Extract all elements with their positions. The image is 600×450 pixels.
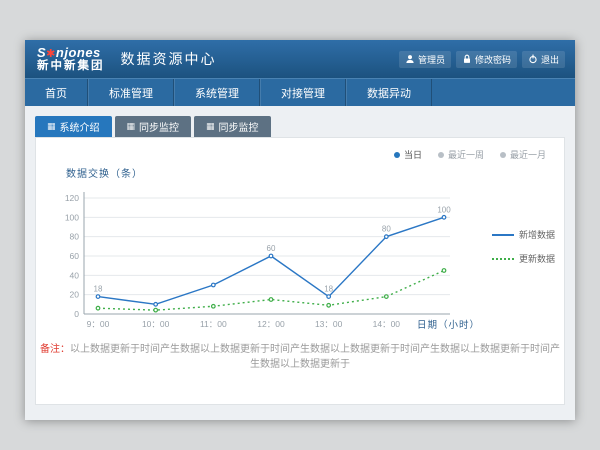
lock-icon <box>462 54 472 64</box>
main-nav: 首页 标准管理 系统管理 对接管理 数据异动 <box>25 78 575 107</box>
dot-icon <box>500 152 506 158</box>
svg-text:9：00: 9：00 <box>87 319 110 329</box>
tab-bar: ▦ 系统介绍 ▦ 同步监控 ▦ 同步监控 <box>25 106 575 137</box>
chart-panel: 当日 最近一周 最近一月 数据交换（条） 0 20 40 60 80 100 120 9：00… <box>35 137 565 405</box>
logo-subtitle: 新中新集团 <box>37 60 105 72</box>
note-text: 以上数据更新于时间产生数据以上数据更新于时间产生数据以上数据更新于时间产生数据以… <box>70 344 560 370</box>
filter-last-week[interactable]: 最近一周 <box>438 148 484 161</box>
svg-text:100: 100 <box>437 205 451 214</box>
note-prefix: 备注： <box>40 344 70 355</box>
svg-text:11：00: 11：00 <box>200 319 227 329</box>
nav-item-connection-management[interactable]: 对接管理 <box>260 79 346 107</box>
app-window: S✱njones 新中新集团 数据资源中心 管理员 修改密码 退出 <box>25 40 575 420</box>
series-legend: 新增数据 更新数据 <box>492 228 555 336</box>
filter-label: 当日 <box>404 148 422 161</box>
svg-text:20: 20 <box>70 290 80 300</box>
legend-label: 更新数据 <box>519 252 555 265</box>
logo-star-icon: ✱ <box>46 48 56 60</box>
svg-text:18: 18 <box>94 285 103 294</box>
svg-text:13：00: 13：00 <box>315 319 343 329</box>
tab-system-intro[interactable]: ▦ 系统介绍 <box>35 116 112 137</box>
filter-today[interactable]: 当日 <box>394 148 422 161</box>
page-title: 数据资源中心 <box>121 49 217 69</box>
svg-text:80: 80 <box>70 232 80 242</box>
chart-area: 0 20 40 60 80 100 120 9：00 10：00 11：00 12：00 13：00 1… <box>50 186 556 336</box>
logo-wordmark: S✱njones <box>37 46 105 61</box>
nav-item-home[interactable]: 首页 <box>25 79 88 107</box>
company-logo: S✱njones 新中新集团 <box>37 46 105 73</box>
admin-user-label: 管理员 <box>418 53 445 66</box>
nav-item-standard-management[interactable]: 标准管理 <box>88 79 174 107</box>
svg-text:60: 60 <box>70 251 80 261</box>
legend-item-updated-data[interactable]: 更新数据 <box>492 252 555 265</box>
svg-text:14：00: 14：00 <box>373 319 401 329</box>
logout-label: 退出 <box>541 53 559 66</box>
svg-text:18: 18 <box>324 285 333 294</box>
change-password-label: 修改密码 <box>475 53 511 66</box>
footer-note: 备注：以上数据更新于时间产生数据以上数据更新于时间产生数据以上数据更新于时间产生… <box>36 340 564 370</box>
svg-text:120: 120 <box>65 193 79 203</box>
tab-label: 同步监控 <box>139 119 179 134</box>
logout-button[interactable]: 退出 <box>522 51 565 68</box>
content-area: ▦ 系统介绍 ▦ 同步监控 ▦ 同步监控 当日 最近一周 <box>25 106 575 420</box>
grid-icon: ▦ <box>127 121 136 132</box>
filter-label: 最近一月 <box>510 148 546 161</box>
grid-icon: ▦ <box>206 121 215 132</box>
admin-user-button[interactable]: 管理员 <box>399 51 451 68</box>
legend-label: 新增数据 <box>519 228 555 241</box>
filter-label: 最近一周 <box>448 148 484 161</box>
header-bar: S✱njones 新中新集团 数据资源中心 管理员 修改密码 退出 <box>25 40 575 78</box>
nav-item-system-management[interactable]: 系统管理 <box>174 79 260 107</box>
line-chart: 0 20 40 60 80 100 120 9：00 10：00 11：00 12：00 13：00 1… <box>50 186 480 336</box>
legend-item-new-data[interactable]: 新增数据 <box>492 228 555 241</box>
tab-label: 系统介绍 <box>60 119 100 134</box>
tab-sync-monitor-1[interactable]: ▦ 同步监控 <box>115 116 192 137</box>
nav-item-data-change[interactable]: 数据异动 <box>346 79 432 107</box>
period-filter-group: 当日 最近一周 最近一月 <box>394 148 546 161</box>
tab-label: 同步监控 <box>219 119 259 134</box>
svg-text:100: 100 <box>65 212 79 222</box>
tab-sync-monitor-2[interactable]: ▦ 同步监控 <box>194 116 271 137</box>
svg-text:60: 60 <box>267 244 276 253</box>
power-icon <box>528 54 538 64</box>
chart-plot: 0 20 40 60 80 100 120 9：00 10：00 11：00 12：00 13：00 1… <box>50 186 480 336</box>
filter-last-month[interactable]: 最近一月 <box>500 148 546 161</box>
dot-icon <box>438 152 444 158</box>
grid-icon: ▦ <box>47 121 56 132</box>
change-password-button[interactable]: 修改密码 <box>456 51 517 68</box>
dot-icon <box>394 152 400 158</box>
chart-x-axis-title: 日期（小时） <box>417 317 480 331</box>
svg-text:10：00: 10：00 <box>142 319 170 329</box>
svg-text:0: 0 <box>74 309 79 319</box>
svg-text:80: 80 <box>382 225 391 234</box>
user-icon <box>405 54 415 64</box>
line-sample-icon <box>492 234 514 236</box>
chart-y-axis-title: 数据交换（条） <box>66 165 143 180</box>
dotted-line-sample-icon <box>492 258 514 260</box>
header-user-actions: 管理员 修改密码 退出 <box>399 51 565 68</box>
svg-text:12：00: 12：00 <box>257 319 285 329</box>
svg-text:40: 40 <box>70 270 80 280</box>
